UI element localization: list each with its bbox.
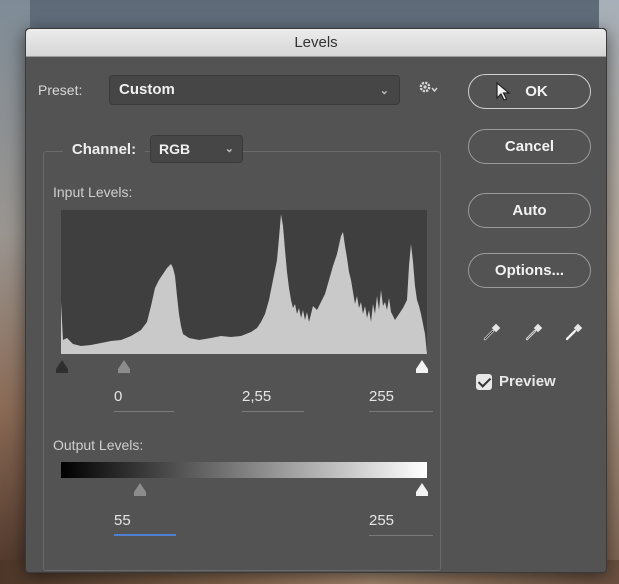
- options-button[interactable]: Options...: [468, 253, 591, 288]
- input-white-value-field[interactable]: 255: [369, 388, 433, 412]
- output-gradient-bar: [61, 462, 427, 478]
- mouse-pointer-icon: [496, 82, 511, 101]
- options-button-label: Options...: [494, 262, 565, 279]
- input-white-value: 255: [369, 388, 395, 405]
- output-levels-label: Output Levels:: [53, 437, 144, 453]
- output-white-value: 255: [369, 512, 395, 529]
- preset-label: Preset:: [38, 82, 83, 98]
- levels-dialog: Levels Preset: Custom ⌄ Channel: RGB ⌄ I…: [25, 28, 607, 573]
- eyedropper-black-icon[interactable]: [481, 321, 503, 343]
- output-white-point-handle[interactable]: [416, 483, 428, 496]
- output-black-value-field[interactable]: 55: [114, 512, 176, 536]
- input-gamma-value-field[interactable]: 2,55: [242, 388, 304, 412]
- input-gamma-handle[interactable]: [118, 360, 130, 373]
- channel-value: RGB: [159, 141, 191, 157]
- input-black-point-handle[interactable]: [56, 360, 68, 373]
- preview-checkbox[interactable]: [476, 374, 492, 390]
- input-black-value-field[interactable]: 0: [114, 388, 174, 412]
- ok-button[interactable]: OK: [468, 74, 591, 109]
- preset-value: Custom: [119, 81, 175, 98]
- dialog-title[interactable]: Levels: [26, 29, 606, 57]
- channel-dropdown[interactable]: RGB ⌄: [150, 135, 243, 163]
- auto-button-label: Auto: [512, 202, 547, 219]
- histogram: [61, 210, 427, 354]
- auto-button[interactable]: Auto: [468, 193, 591, 228]
- preview-label[interactable]: Preview: [499, 373, 556, 390]
- input-levels-label: Input Levels:: [53, 184, 133, 200]
- chevron-down-icon: ⌄: [224, 143, 234, 155]
- output-black-value: 55: [114, 512, 131, 529]
- ok-button-label: OK: [525, 83, 548, 100]
- input-white-point-handle[interactable]: [416, 360, 428, 373]
- output-black-point-handle[interactable]: [134, 483, 146, 496]
- eyedropper-gray-icon[interactable]: [523, 321, 545, 343]
- eyedropper-white-icon[interactable]: [563, 321, 585, 343]
- preset-dropdown[interactable]: Custom ⌄: [109, 75, 400, 105]
- cancel-button[interactable]: Cancel: [468, 129, 591, 164]
- input-gamma-value: 2,55: [242, 388, 272, 405]
- channel-label: Channel:: [63, 139, 145, 161]
- gear-icon[interactable]: [418, 79, 440, 99]
- output-white-value-field[interactable]: 255: [369, 512, 433, 536]
- input-black-value: 0: [114, 388, 123, 405]
- cancel-button-label: Cancel: [504, 138, 555, 155]
- chevron-down-icon: ⌄: [379, 85, 389, 97]
